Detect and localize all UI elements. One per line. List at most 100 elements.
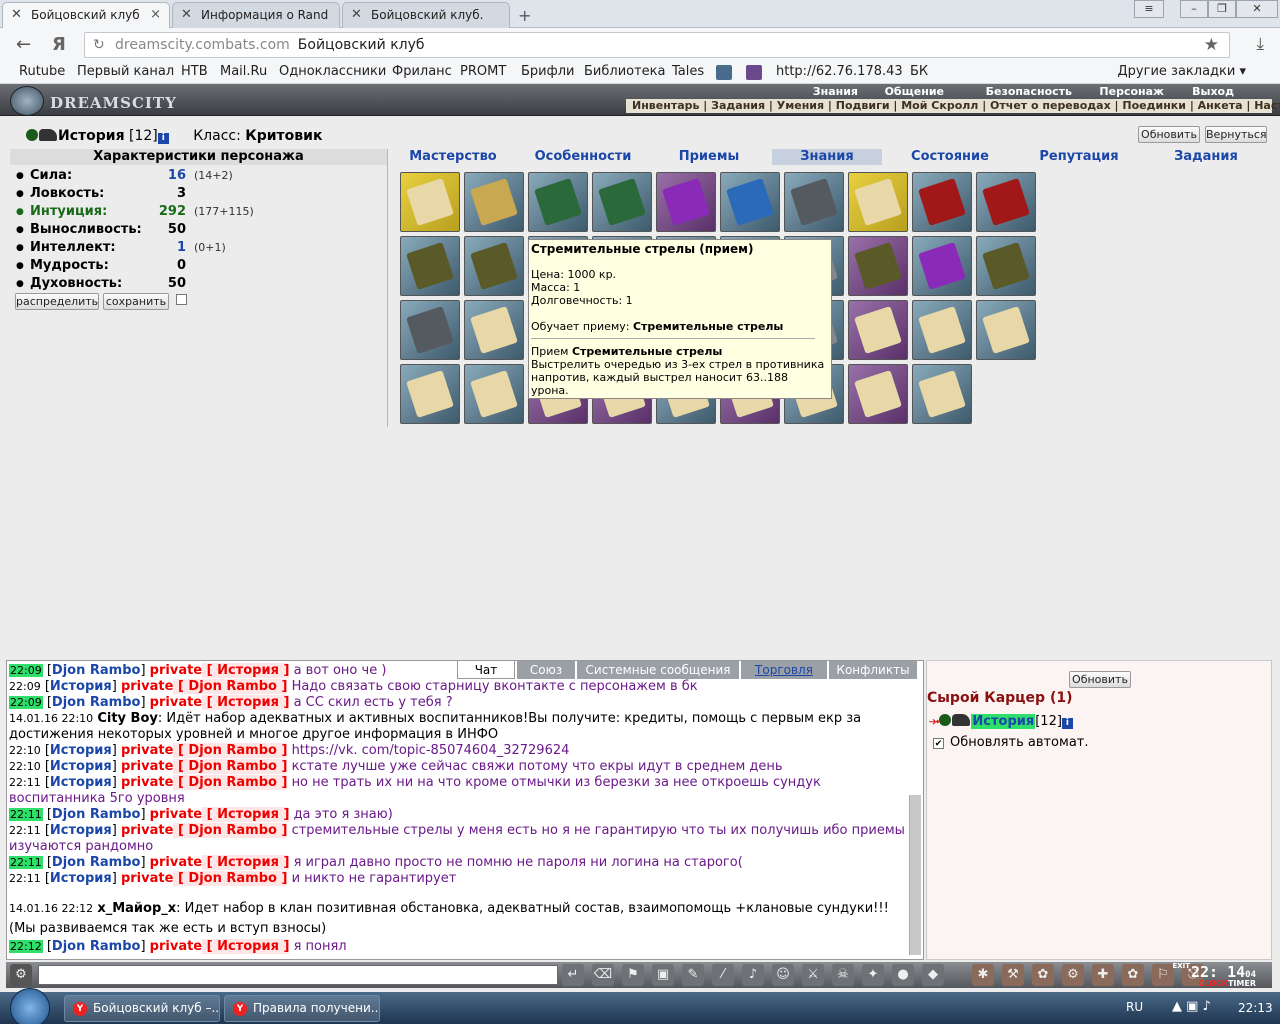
download-icon[interactable]: ⤓ bbox=[1256, 34, 1264, 54]
chat-recipient[interactable]: [ Djon Rambo ] bbox=[173, 775, 288, 790]
bookmark-item[interactable]: БК bbox=[910, 64, 928, 79]
chat-sender[interactable]: История bbox=[50, 759, 112, 774]
tab-5[interactable]: Репутация bbox=[1018, 149, 1140, 165]
item-scroll[interactable] bbox=[848, 236, 908, 296]
info-icon[interactable]: i bbox=[157, 133, 169, 144]
item-scroll[interactable] bbox=[976, 300, 1036, 360]
item-scroll[interactable] bbox=[464, 300, 524, 360]
clock-label[interactable]: CLOCK bbox=[1198, 979, 1228, 988]
chat-sender[interactable]: История bbox=[50, 743, 112, 758]
menu-icon[interactable]: ≡ bbox=[1134, 0, 1164, 18]
tray-clock[interactable]: 22:13 bbox=[1238, 1001, 1273, 1015]
save-button[interactable]: сохранить bbox=[103, 293, 169, 310]
submenu-item[interactable]: Мой Скролл bbox=[901, 99, 978, 112]
save-log-icon[interactable]: ▣ bbox=[652, 964, 674, 986]
item-scroll[interactable] bbox=[976, 236, 1036, 296]
info-icon[interactable]: i bbox=[1061, 718, 1073, 729]
bookmark-item[interactable]: Библиотека bbox=[584, 64, 666, 79]
auto-update-checkbox[interactable]: ✔ bbox=[933, 738, 944, 749]
battle-icon[interactable]: ⚔ bbox=[802, 964, 824, 986]
bookmark-item[interactable]: Одноклассники bbox=[279, 64, 386, 79]
submenu-item[interactable]: Отчет о переводах bbox=[990, 99, 1111, 112]
item-scroll[interactable] bbox=[464, 236, 524, 296]
chat-sender[interactable]: Djon Rambo bbox=[52, 695, 141, 710]
bookmark-item[interactable]: НТВ bbox=[181, 64, 208, 79]
chat-input[interactable] bbox=[38, 965, 558, 985]
chat-recipient[interactable]: [ История ] bbox=[202, 807, 290, 822]
chat-sender[interactable]: Djon Rambo bbox=[52, 855, 141, 870]
refresh-button[interactable]: Обновить bbox=[1138, 126, 1200, 143]
submenu-item[interactable]: Подвиги bbox=[836, 99, 890, 112]
item-scroll[interactable] bbox=[912, 300, 972, 360]
sun-icon[interactable]: ✿ bbox=[1122, 964, 1144, 986]
chat-recipient[interactable]: [ Djon Rambo ] bbox=[173, 759, 288, 774]
start-button-icon[interactable] bbox=[10, 988, 50, 1024]
heal-icon[interactable]: ✚ bbox=[1092, 964, 1114, 986]
gear-icon[interactable]: ⚙ bbox=[1062, 964, 1084, 986]
chat-settings-icon[interactable]: ⚙ bbox=[10, 964, 32, 986]
lock-icon[interactable]: ☠ bbox=[832, 964, 854, 986]
chat-sender[interactable]: Djon Rambo bbox=[52, 939, 141, 954]
chat-tab-3[interactable]: Торговля bbox=[741, 661, 827, 679]
item-scroll[interactable] bbox=[912, 364, 972, 424]
chat-sender[interactable]: История bbox=[50, 871, 112, 886]
tray-icons[interactable]: ▲ ▣ ♪ bbox=[1172, 999, 1211, 1014]
browser-tab-1[interactable]: ✕ Бойцовский клуб × bbox=[2, 2, 170, 28]
taskbar-task-2[interactable]: Y Правила получени... bbox=[224, 995, 380, 1022]
chat-recipient[interactable]: [ История ] bbox=[202, 939, 290, 954]
tab-0[interactable]: Мастерство bbox=[392, 149, 514, 165]
back-button[interactable]: Вернуться bbox=[1205, 126, 1267, 143]
auto-update[interactable]: ✔ Обновлять автомат. bbox=[933, 735, 1089, 750]
enter-icon[interactable]: ↵ bbox=[562, 964, 584, 986]
submenu-item[interactable]: Задания bbox=[711, 99, 765, 112]
item-scroll[interactable] bbox=[912, 236, 972, 296]
item-scroll[interactable] bbox=[784, 172, 844, 232]
tab-6[interactable]: Задания bbox=[1146, 149, 1266, 165]
bookmark-item[interactable]: Rutube bbox=[19, 64, 65, 79]
menu-security[interactable]: Безопасность bbox=[986, 85, 1072, 98]
save-checkbox[interactable] bbox=[176, 294, 187, 305]
tools-icon[interactable]: ⚒ bbox=[1002, 964, 1024, 986]
filter-icon[interactable]: ⚑ bbox=[622, 964, 644, 986]
chat-sender[interactable]: Djon Rambo bbox=[52, 663, 141, 678]
item-scroll[interactable] bbox=[848, 364, 908, 424]
edit-icon[interactable]: ✎ bbox=[682, 964, 704, 986]
item-scroll[interactable] bbox=[464, 172, 524, 232]
star-icon[interactable]: ★ bbox=[1204, 35, 1219, 55]
item-scroll[interactable] bbox=[592, 172, 652, 232]
item-scroll[interactable] bbox=[464, 364, 524, 424]
menu-knowledge[interactable]: Знания bbox=[813, 85, 858, 98]
minimize-icon[interactable]: – bbox=[1180, 0, 1208, 18]
chat-sender[interactable]: История bbox=[50, 679, 112, 694]
bookmark-item[interactable]: http://62.76.178.43 bbox=[776, 64, 903, 79]
scroll-icon[interactable]: ✱ bbox=[972, 964, 994, 986]
close-tab-icon[interactable]: × bbox=[150, 7, 161, 22]
browser-tab-2[interactable]: ✕ Информация о Rand bbox=[172, 2, 340, 28]
chat-sender[interactable]: City Boy bbox=[97, 711, 158, 726]
chat-recipient[interactable]: [ История ] bbox=[202, 695, 290, 710]
room-user-name[interactable]: История bbox=[971, 714, 1036, 729]
chat-tab-4[interactable]: Конфликты bbox=[829, 661, 917, 679]
submenu-item[interactable]: Настройки bbox=[1254, 99, 1280, 112]
tab-1[interactable]: Особенности bbox=[520, 149, 646, 165]
item-scroll[interactable] bbox=[400, 364, 460, 424]
yandex-icon[interactable]: Я bbox=[52, 34, 66, 55]
fraction-icon[interactable]: ⁄ bbox=[712, 964, 734, 986]
language-indicator[interactable]: RU bbox=[1126, 1000, 1143, 1014]
chat-recipient[interactable]: [ История ] bbox=[202, 663, 290, 678]
item-scroll[interactable] bbox=[528, 172, 588, 232]
chat-recipient[interactable]: [ Djon Rambo ] bbox=[173, 871, 288, 886]
chat-recipient[interactable]: [ Djon Rambo ] bbox=[173, 743, 288, 758]
menu-exit[interactable]: Выход bbox=[1192, 85, 1234, 98]
back-icon[interactable]: ← bbox=[16, 34, 31, 55]
reload-icon[interactable]: ↻ bbox=[93, 37, 105, 53]
distribute-button[interactable]: распределить bbox=[15, 293, 99, 310]
item-scroll[interactable] bbox=[720, 172, 780, 232]
taskbar-task-1[interactable]: Y Бойцовский клуб –... bbox=[64, 995, 220, 1022]
chat-sender[interactable]: История bbox=[50, 823, 112, 838]
item-scroll[interactable] bbox=[848, 172, 908, 232]
menu-communication[interactable]: Общение bbox=[885, 85, 944, 98]
exit-label[interactable]: EXIT bbox=[1172, 962, 1190, 970]
close-window-icon[interactable]: ✕ bbox=[1236, 0, 1278, 18]
attack-icon[interactable]: ⤞ bbox=[929, 714, 939, 729]
